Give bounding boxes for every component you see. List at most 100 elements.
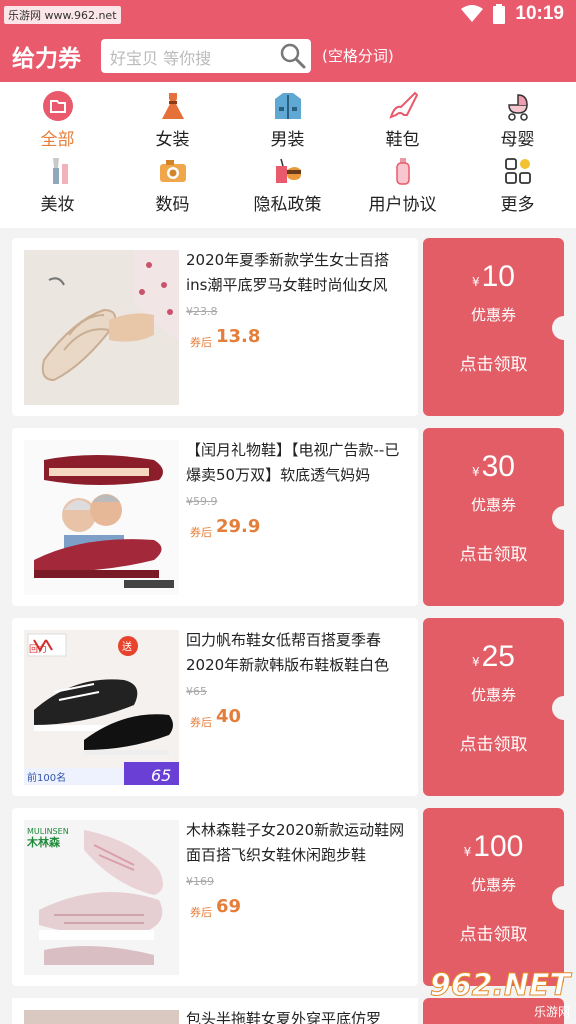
camera-icon [159, 160, 186, 182]
after-coupon-price: 69 [216, 896, 242, 917]
category-mens[interactable]: 男装 [230, 91, 345, 155]
product-card[interactable]: 【闰月礼物鞋】【电视广告款--已爆卖50万双】软底透气妈妈 ¥59.9 券后 2… [12, 428, 576, 606]
category-label: 更多 [500, 195, 535, 215]
wifi-icon [461, 5, 484, 22]
product-info: 包头半拖鞋女夏外穿平底仿罗 [12, 998, 418, 1024]
coupon-amount: 100 [473, 830, 524, 863]
battery-icon [493, 4, 506, 24]
brand-logo-text: 回力 [29, 643, 47, 655]
category-grid: 全部 女装 男装 鞋包 母婴 美妆 数码 隐私政策 用户协议 更多 [0, 82, 576, 228]
search-input[interactable]: 好宝贝 等你搜 [101, 39, 311, 73]
currency-symbol: ¥ [463, 845, 472, 859]
product-image[interactable]: MULINSEN 木林森 [24, 820, 179, 975]
stroller-icon [507, 94, 528, 121]
product-card[interactable]: 回力 送 前100名 65 回力帆布鞋女低帮百搭夏季春2020年新款韩版布鞋板鞋… [12, 618, 576, 796]
original-price: ¥169 [186, 875, 214, 888]
category-label: 隐私政策 [253, 195, 322, 215]
dress-icon [161, 93, 184, 119]
after-coupon-label: 券后 [190, 906, 212, 919]
search-icon[interactable] [279, 42, 307, 70]
product-image[interactable] [24, 440, 179, 595]
jacket-icon [274, 93, 301, 119]
category-user-agreement[interactable]: 用户协议 [345, 156, 460, 220]
brand-logo-text-en: MULINSEN [27, 827, 69, 836]
coupon-label: 优惠券 [470, 306, 516, 324]
product-info: 2020年夏季新款学生女士百搭ins潮平底罗马女鞋时尚仙女风 ¥23.8 券后 … [12, 238, 418, 416]
coupon-label: 优惠券 [470, 686, 516, 704]
status-bar: 乐游网 www.962.net 10:19 [0, 0, 576, 30]
after-coupon-price: 13.8 [216, 326, 261, 347]
product-info: MULINSEN 木林森 木林森鞋子女2020新款运动鞋网面百搭飞织女鞋休闲跑步… [12, 808, 418, 986]
claim-coupon-label: 点击领取 [459, 355, 528, 375]
brand-logo-text-cn: 木林森 [26, 835, 61, 849]
brand-title: 给力券 [12, 46, 81, 72]
currency-symbol: ¥ [471, 275, 480, 289]
product-title[interactable]: 木林森鞋子女2020新款运动鞋网面百搭飞织女鞋休闲跑步鞋 [186, 818, 408, 868]
coupon-button[interactable]: ¥30 优惠券 点击领取 [423, 428, 576, 606]
product-title[interactable]: 2020年夏季新款学生女士百搭ins潮平底罗马女鞋时尚仙女风 [186, 248, 408, 298]
coupon-label: 优惠券 [470, 496, 516, 514]
search-placeholder: 好宝贝 等你搜 [110, 49, 212, 68]
product-image[interactable]: 回力 送 前100名 65 [24, 630, 179, 785]
category-label: 母婴 [500, 130, 535, 150]
watermark-label: 乐游网 www.962.net [4, 6, 121, 24]
promo-banner-text: 前100名 [27, 771, 66, 784]
high-heel-icon [388, 91, 418, 119]
category-mother-baby[interactable]: 母婴 [460, 91, 575, 155]
claim-coupon-label: 点击领取 [459, 735, 528, 755]
watermark-subtitle: 乐游网 [533, 1005, 570, 1019]
site-watermark: 962.NET 乐游网 [429, 968, 570, 1020]
product-title[interactable]: 包头半拖鞋女夏外穿平底仿罗 [186, 1008, 381, 1024]
coupon-button[interactable]: ¥10 优惠券 点击领取 [423, 238, 576, 416]
category-label: 女装 [155, 130, 190, 150]
product-title[interactable]: 回力帆布鞋女低帮百搭夏季春2020年新款韩版布鞋板鞋白色 [186, 628, 408, 678]
search-hint: (空格分词) [322, 47, 394, 65]
coupon-button[interactable]: ¥25 优惠券 点击领取 [423, 618, 576, 796]
category-label: 用户协议 [368, 195, 437, 215]
category-digital[interactable]: 数码 [115, 156, 230, 220]
after-coupon-price: 29.9 [216, 516, 261, 537]
original-price: ¥23.8 [186, 305, 218, 318]
category-womens[interactable]: 女装 [115, 91, 230, 155]
category-makeup[interactable]: 美妆 [0, 156, 115, 220]
original-price: ¥65 [186, 685, 207, 698]
clock: 10:19 [515, 3, 564, 24]
coupon-button[interactable]: ¥100 优惠券 点击领取 [423, 808, 576, 986]
bottle-icon [395, 158, 410, 185]
category-label: 鞋包 [385, 130, 420, 150]
product-title[interactable]: 【闰月礼物鞋】【电视广告款--已爆卖50万双】软底透气妈妈 [186, 438, 408, 488]
fast-food-icon [275, 158, 301, 183]
product-info: 回力 送 前100名 65 回力帆布鞋女低帮百搭夏季春2020年新款韩版布鞋板鞋… [12, 618, 418, 796]
product-card[interactable]: 2020年夏季新款学生女士百搭ins潮平底罗马女鞋时尚仙女风 ¥23.8 券后 … [12, 238, 576, 416]
coupon-amount: 25 [481, 640, 515, 673]
original-price: ¥59.9 [186, 495, 218, 508]
grid-icon [504, 158, 531, 184]
category-privacy-policy[interactable]: 隐私政策 [230, 156, 345, 220]
category-label: 男装 [270, 130, 305, 150]
after-coupon-price: 40 [216, 706, 242, 727]
product-image[interactable] [24, 250, 179, 405]
category-label: 数码 [155, 195, 190, 215]
after-coupon-label: 券后 [190, 526, 212, 539]
promo-price-text: 65 [151, 766, 171, 785]
category-more[interactable]: 更多 [460, 156, 575, 220]
category-label: 美妆 [40, 195, 75, 215]
watermark-logo: 962.NET [429, 968, 570, 1004]
folder-icon [42, 91, 73, 121]
product-info: 【闰月礼物鞋】【电视广告款--已爆卖50万双】软底透气妈妈 ¥59.9 券后 2… [12, 428, 418, 606]
after-coupon-label: 券后 [190, 336, 212, 349]
gift-badge-text: 送 [122, 640, 132, 653]
top-bar: 给力券 好宝贝 等你搜 (空格分词) [0, 30, 576, 82]
category-shoes-bags[interactable]: 鞋包 [345, 91, 460, 155]
category-all[interactable]: 全部 [0, 91, 115, 155]
claim-coupon-label: 点击领取 [459, 925, 528, 945]
claim-coupon-label: 点击领取 [459, 545, 528, 565]
product-image[interactable] [24, 1010, 179, 1024]
coupon-amount: 10 [481, 260, 515, 293]
category-label: 全部 [40, 130, 75, 150]
currency-symbol: ¥ [471, 655, 480, 669]
coupon-amount: 30 [481, 450, 515, 483]
after-coupon-label: 券后 [190, 716, 212, 729]
coupon-label: 优惠券 [470, 876, 516, 894]
product-card[interactable]: MULINSEN 木林森 木林森鞋子女2020新款运动鞋网面百搭飞织女鞋休闲跑步… [12, 808, 576, 986]
